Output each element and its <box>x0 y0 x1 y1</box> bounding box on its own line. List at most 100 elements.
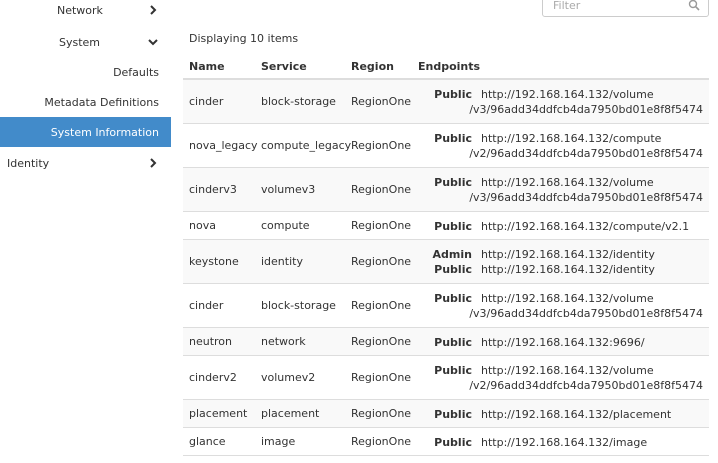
endpoint-url: /v2/96add34ddfcb4da7950bd01e8f8f5474 <box>469 147 703 160</box>
sidebar-item-system-information[interactable]: System Information <box>0 117 171 147</box>
chevron-right-icon <box>147 4 159 16</box>
cell-name: nova <box>189 219 216 232</box>
chevron-down-icon <box>147 36 159 48</box>
table-row: nova compute RegionOne Public http://192.168… <box>183 212 709 240</box>
endpoint-url: http://192.168.164.132/placement <box>481 408 672 421</box>
endpoint-type: Public <box>434 88 472 101</box>
sidebar-item-label: System <box>59 35 101 49</box>
endpoint-url: http://192.168.164.132/image <box>481 436 648 449</box>
endpoint-type: Public <box>434 292 472 305</box>
item-count: Displaying 10 items <box>189 32 299 45</box>
sidebar-item-label: Identity <box>7 156 50 170</box>
sidebar-item-network[interactable]: Network <box>0 0 171 25</box>
cell-name: cinder <box>189 299 224 312</box>
cell-name: glance <box>189 435 226 448</box>
cell-service: block-storage <box>261 95 336 108</box>
table-row: keystone identity RegionOne Admin http://192… <box>183 240 709 284</box>
endpoint-type: Public <box>434 336 472 349</box>
endpoint-entry: Public http://192.168.164.132/volume <box>403 363 703 378</box>
cell-service: compute <box>261 219 310 232</box>
cell-service: block-storage <box>261 299 336 312</box>
cell-service: placement <box>261 407 320 420</box>
endpoint-entry: Public http://192.168.164.132:9696/ <box>403 335 703 350</box>
column-header-name[interactable]: Name <box>189 60 225 73</box>
chevron-right-icon <box>147 157 159 169</box>
table-row: glance image RegionOne Public http://192.168… <box>183 428 709 456</box>
endpoint-url: http://192.168.164.132/compute <box>481 132 662 145</box>
endpoint-url: http://192.168.164.132/volume <box>481 176 654 189</box>
endpoint-url: http://192.168.164.132:9696/ <box>481 336 645 349</box>
endpoint-entry: /v2/96add34ddfcb4da7950bd01e8f8f5474 <box>403 146 703 161</box>
cell-name: placement <box>189 407 248 420</box>
endpoint-entry: Public http://192.168.164.132/compute/v2.… <box>403 219 703 234</box>
cell-name: cinderv2 <box>189 371 237 384</box>
endpoint-url: /v3/96add34ddfcb4da7950bd01e8f8f5474 <box>469 191 703 204</box>
endpoint-type <box>403 306 469 321</box>
endpoint-url: /v3/96add34ddfcb4da7950bd01e8f8f5474 <box>469 307 703 320</box>
endpoint-url: http://192.168.164.132/compute/v2.1 <box>481 220 690 233</box>
cell-endpoints: Public http://192.168.164.132/compute/v2/… <box>403 131 703 161</box>
endpoint-type <box>403 378 469 393</box>
endpoint-url: http://192.168.164.132/volume <box>481 292 654 305</box>
endpoint-type: Public <box>434 364 472 377</box>
cell-name: cinder <box>189 95 224 108</box>
sidebar-item-identity[interactable]: Identity <box>0 148 171 178</box>
sidebar-item-defaults[interactable]: Defaults <box>0 57 171 87</box>
endpoint-entry: Public http://192.168.164.132/volume <box>403 175 703 190</box>
column-header-region[interactable]: Region <box>351 60 394 73</box>
endpoint-entry: Public http://192.168.164.132/compute <box>403 131 703 146</box>
sidebar: Network System Defaults Metadata Definit… <box>0 0 171 463</box>
cell-name: cinderv3 <box>189 183 237 196</box>
cell-endpoints: Public http://192.168.164.132/image <box>403 435 703 450</box>
endpoint-type: Admin <box>432 248 472 261</box>
cell-endpoints: Public http://192.168.164.132/volume/v3/9… <box>403 87 703 117</box>
endpoint-url: http://192.168.164.132/volume <box>481 88 654 101</box>
table-row: placement placement RegionOne Public http://… <box>183 400 709 428</box>
endpoint-type: Public <box>434 220 472 233</box>
endpoint-url: http://192.168.164.132/identity <box>481 263 655 276</box>
endpoint-type <box>403 146 469 161</box>
column-header-endpoints[interactable]: Endpoints <box>418 60 480 73</box>
cell-service: volumev3 <box>261 183 316 196</box>
table-row: cinder block-storage RegionOne Public http:/… <box>183 80 709 124</box>
table-row: cinderv3 volumev3 RegionOne Public http://19… <box>183 168 709 212</box>
cell-endpoints: Admin http://192.168.164.132/identity Publ… <box>403 247 703 277</box>
endpoint-type: Public <box>434 132 472 145</box>
column-header-service[interactable]: Service <box>261 60 307 73</box>
filter-input[interactable] <box>543 0 673 16</box>
cell-endpoints: Public http://192.168.164.132/volume/v2/9… <box>403 363 703 393</box>
sidebar-item-metadata-definitions[interactable]: Metadata Definitions <box>0 87 171 117</box>
table-row: nova_legacy compute_legacy RegionOne Public… <box>183 124 709 168</box>
cell-endpoints: Public http://192.168.164.132:9696/ <box>403 335 703 350</box>
cell-service: compute_legacy <box>261 139 352 152</box>
endpoint-type: Public <box>434 263 472 276</box>
cell-service: volumev2 <box>261 371 316 384</box>
endpoint-url: /v3/96add34ddfcb4da7950bd01e8f8f5474 <box>469 103 703 116</box>
table-header: Name Service Region Endpoints <box>183 52 709 80</box>
endpoint-url: http://192.168.164.132/identity <box>481 248 655 261</box>
cell-service: image <box>261 435 296 448</box>
endpoint-type: Public <box>434 176 472 189</box>
cell-endpoints: Public http://192.168.164.132/volume/v3/9… <box>403 291 703 321</box>
cell-name: neutron <box>189 335 233 348</box>
sidebar-item-label: Metadata Definitions <box>44 95 159 109</box>
endpoint-entry: Public http://192.168.164.132/identity <box>403 262 703 277</box>
system-info-table: Name Service Region Endpoints cinder bloc… <box>183 52 709 456</box>
cell-endpoints: Public http://192.168.164.132/compute/v2.… <box>403 219 703 234</box>
cell-endpoints: Public http://192.168.164.132/placement <box>403 407 703 422</box>
endpoint-entry: Admin http://192.168.164.132/identity <box>403 247 703 262</box>
endpoint-entry: Public http://192.168.164.132/placement <box>403 407 703 422</box>
endpoint-type: Public <box>434 408 472 421</box>
table-row: cinderv2 volumev2 RegionOne Public http://19… <box>183 356 709 400</box>
endpoint-entry: /v3/96add34ddfcb4da7950bd01e8f8f5474 <box>403 190 703 205</box>
sidebar-item-label: Network <box>57 3 103 17</box>
search-icon[interactable] <box>688 0 700 11</box>
cell-service: network <box>261 335 306 348</box>
endpoint-url: http://192.168.164.132/volume <box>481 364 654 377</box>
sidebar-item-system[interactable]: System <box>0 27 171 57</box>
cell-name: keystone <box>189 255 239 268</box>
sidebar-item-label: System Information <box>50 125 159 139</box>
cell-endpoints: Public http://192.168.164.132/volume/v3/9… <box>403 175 703 205</box>
table-row: cinder block-storage RegionOne Public http:/… <box>183 284 709 328</box>
filter-box <box>542 0 709 17</box>
